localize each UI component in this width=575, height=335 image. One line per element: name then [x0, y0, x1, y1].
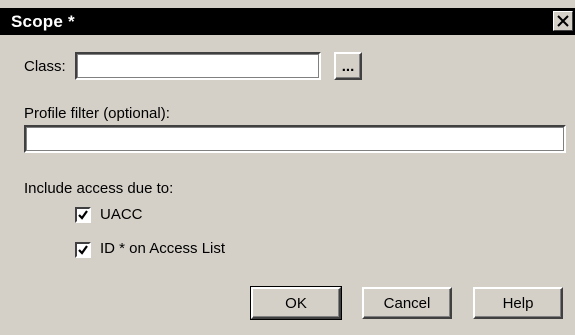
- id-access-list-label: ID * on Access List: [100, 240, 226, 257]
- help-button[interactable]: Help: [473, 287, 563, 319]
- class-input[interactable]: [77, 54, 319, 78]
- ok-button[interactable]: OK: [250, 286, 342, 320]
- checkmark-icon: [78, 245, 88, 255]
- id-access-list-checkbox[interactable]: [75, 242, 91, 258]
- include-access-label: Include access due to:: [24, 180, 174, 197]
- cancel-button[interactable]: Cancel: [362, 287, 452, 319]
- browse-label: ...: [341, 57, 355, 75]
- uacc-checkbox[interactable]: [75, 207, 91, 223]
- class-field[interactable]: [75, 52, 321, 80]
- close-icon: [557, 15, 569, 27]
- close-button[interactable]: [553, 11, 573, 31]
- help-label: Help: [502, 294, 534, 312]
- profile-filter-field[interactable]: [24, 125, 566, 153]
- ok-label: OK: [285, 294, 307, 312]
- class-label: Class:: [24, 58, 66, 75]
- title-bar[interactable]: Scope *: [0, 8, 575, 35]
- dialog-title: Scope *: [11, 12, 75, 31]
- scope-dialog: Scope * Class: ... Profile filter (optio…: [0, 0, 575, 335]
- profile-filter-input[interactable]: [26, 127, 564, 151]
- checkmark-icon: [78, 210, 88, 220]
- cancel-label: Cancel: [383, 294, 431, 312]
- class-browse-button[interactable]: ...: [334, 52, 362, 80]
- profile-filter-label: Profile filter (optional):: [24, 105, 170, 122]
- uacc-label: UACC: [100, 206, 143, 223]
